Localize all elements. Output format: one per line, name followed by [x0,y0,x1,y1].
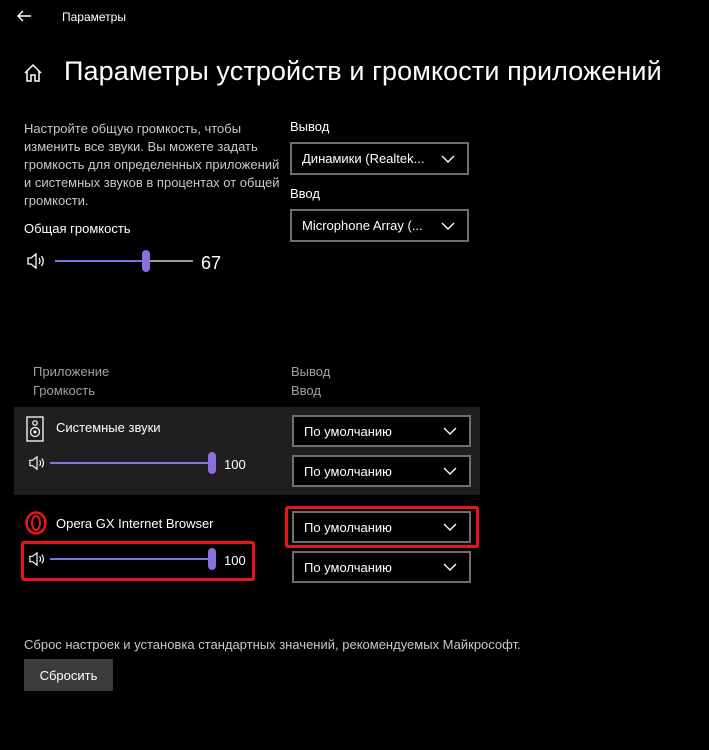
app-name: Opera GX Internet Browser [56,516,214,531]
master-volume-value: 67 [201,253,222,273]
output-device-dropdown[interactable]: Динамики (Realtek... [290,142,469,175]
app-volume-value: 100 [224,457,246,472]
column-header-app: Приложение [33,364,110,379]
chevron-down-icon [443,523,457,531]
app-volume-fill[interactable] [50,558,212,560]
app-volume-value: 100 [224,553,246,568]
column-header-volume: Громкость [33,383,95,398]
app-volume-thumb[interactable] [208,548,216,570]
column-header-output: Вывод [291,364,331,379]
output-device-value: Динамики (Realtek... [302,151,425,166]
app-output-value: По умолчанию [304,423,392,439]
chevron-down-icon [443,427,457,435]
highlight-box [21,541,255,581]
app-output-dropdown[interactable]: По умолчанию [292,511,471,543]
app-name: Системные звуки [56,420,161,435]
opera-gx-icon [25,511,47,535]
master-volume-label: Общая громкость [24,221,131,236]
chevron-down-icon [441,155,455,163]
input-device-dropdown[interactable]: Microphone Array (... [290,209,469,242]
home-icon[interactable] [22,62,44,84]
master-volume-thumb[interactable] [142,250,150,272]
speaker-icon[interactable] [28,551,46,567]
chevron-down-icon [441,222,455,230]
window-title: Параметры [62,10,126,24]
reset-button[interactable]: Сбросить [24,659,113,691]
input-device-value: Microphone Array (... [302,218,423,233]
speaker-icon[interactable] [28,455,46,471]
app-input-dropdown[interactable]: По умолчанию [292,551,471,583]
app-input-dropdown[interactable]: По умолчанию [292,455,471,487]
app-volume-fill[interactable] [50,462,212,464]
app-output-dropdown[interactable]: По умолчанию [292,415,471,447]
back-arrow-icon[interactable] [14,6,34,26]
app-input-value: По умолчанию [304,463,392,479]
chevron-down-icon [443,467,457,475]
column-header-input: Ввод [291,383,321,398]
input-device-label: Ввод [290,186,320,201]
page-description: Настройте общую громкость, чтобы изменит… [24,121,280,208]
output-device-label: Вывод [290,119,330,134]
app-volume-thumb[interactable] [208,452,216,474]
page-title: Параметры устройств и громкости приложен… [64,56,662,86]
app-output-value: По умолчанию [304,519,392,535]
master-volume-fill [55,260,146,262]
speaker-icon[interactable] [26,252,46,270]
chevron-down-icon [443,563,457,571]
reset-description: Сброс настроек и установка стандартных з… [24,637,521,652]
system-sounds-icon [26,416,44,442]
app-input-value: По умолчанию [304,559,392,575]
